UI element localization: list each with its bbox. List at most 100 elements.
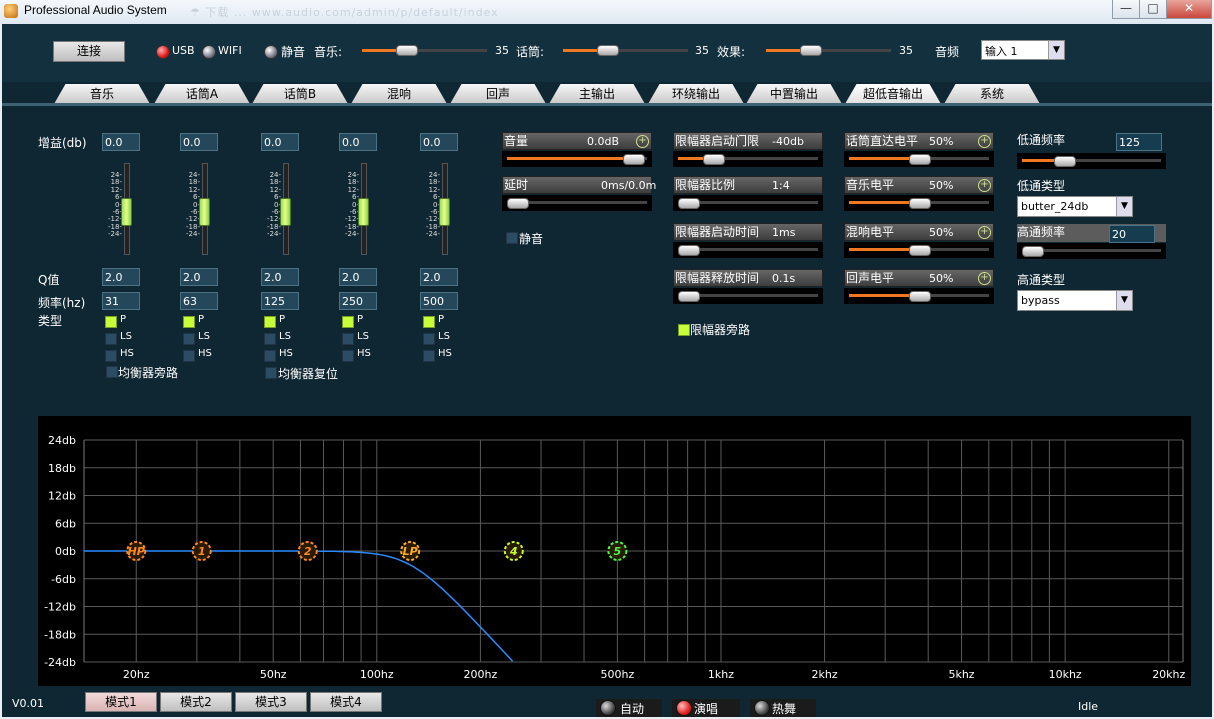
band-3-type-ls-checkbox[interactable] — [264, 333, 276, 345]
band-1-scale: 24- 18- 12- 6- 0- -6- -12- -18- -24- — [104, 171, 122, 239]
mode-4-button[interactable]: 模式4 — [310, 692, 382, 712]
band-3-type-ls-label: LS — [279, 331, 291, 342]
plus-icon[interactable]: + — [978, 272, 991, 285]
band-5-type-hs-checkbox[interactable] — [423, 350, 435, 362]
band-1-type-ls-checkbox[interactable] — [105, 333, 117, 345]
connect-button[interactable]: 连接 — [53, 41, 125, 62]
eq-reset-checkbox[interactable] — [265, 367, 277, 379]
auto-mode-box[interactable]: 自动 — [596, 699, 662, 717]
band-4-q-input[interactable]: 2.0 — [339, 268, 377, 286]
band-2-fader-knob[interactable] — [199, 198, 210, 226]
lowpass-type-select[interactable]: butter_24db ▼ — [1017, 196, 1133, 217]
audio-source-select[interactable]: 输入 1 ▼ — [981, 40, 1065, 60]
tab-1[interactable]: 音乐 — [54, 84, 150, 104]
mic-volume-slider[interactable] — [563, 45, 688, 56]
band-3-q-input[interactable]: 2.0 — [261, 268, 299, 286]
plus-icon[interactable]: + — [978, 135, 991, 148]
band-5-frequency-input[interactable]: 500 — [420, 292, 458, 310]
band-2-frequency-input[interactable]: 63 — [180, 292, 218, 310]
band-5-fader-knob[interactable] — [439, 198, 450, 226]
band-1-q-input[interactable]: 2.0 — [102, 268, 140, 286]
sing-mode-box[interactable]: 演唱 — [672, 699, 740, 717]
highpass-frequency-input[interactable]: 20 — [1109, 225, 1155, 243]
delay-slider[interactable] — [502, 195, 652, 211]
tab-2[interactable]: 话筒A — [154, 84, 250, 104]
tab-4[interactable]: 混响 — [351, 84, 447, 104]
band-2-gain-input[interactable]: 0.0 — [180, 133, 218, 151]
band-5-type-ls-checkbox[interactable] — [423, 333, 435, 345]
band-1-type-p-checkbox[interactable] — [105, 316, 117, 328]
scale-tick: -24- — [426, 230, 440, 239]
band-1-frequency-input[interactable]: 31 — [102, 292, 140, 310]
mute-radio[interactable] — [264, 45, 278, 59]
tab-6[interactable]: 主输出 — [549, 84, 645, 104]
eq-bypass-checkbox[interactable] — [106, 366, 118, 378]
lowpass-frequency-input[interactable]: 125 — [1116, 133, 1162, 151]
tab-10[interactable]: 系统 — [944, 84, 1040, 104]
band-4-type-hs-checkbox[interactable] — [342, 350, 354, 362]
band-1-fader-knob[interactable] — [121, 198, 132, 226]
plus-icon[interactable]: + — [636, 135, 649, 148]
band-3-type-p-label: P — [279, 314, 286, 325]
band-2-type-hs-checkbox[interactable] — [183, 350, 195, 362]
band-2-q-input[interactable]: 2.0 — [180, 268, 218, 286]
limiter-release-row: 限幅器释放时间 0.1s — [673, 269, 823, 287]
usb-radio[interactable] — [156, 45, 170, 59]
band-3-type-p-checkbox[interactable] — [264, 316, 276, 328]
highpass-frequency-slider[interactable] — [1017, 243, 1166, 259]
mute-checkbox[interactable] — [506, 232, 518, 244]
highpass-type-value: bypass — [1021, 294, 1060, 307]
band-4-type-ls-checkbox[interactable] — [342, 333, 354, 345]
limiter-release-slider[interactable] — [673, 288, 823, 304]
band-2-type-p-label: P — [198, 314, 205, 325]
tab-5[interactable]: 回声 — [450, 84, 546, 104]
band-2-type-p-checkbox[interactable] — [183, 316, 195, 328]
eq-response-chart[interactable]: 24db 18db 12db 6db 0db -6db -12db -18db -24db 20h… — [38, 416, 1191, 686]
levels-reverb-slider[interactable] — [844, 242, 994, 258]
mode-2-button[interactable]: 模式2 — [160, 692, 232, 712]
mode-1-button[interactable]: 模式1 — [85, 692, 157, 712]
band-5-type-p-checkbox[interactable] — [423, 316, 435, 328]
band-1-gain-input[interactable]: 0.0 — [102, 133, 140, 151]
band-4-gain-input[interactable]: 0.0 — [339, 133, 377, 151]
version-label: V0.01 — [12, 697, 45, 710]
wifi-radio[interactable] — [202, 45, 216, 59]
band-3-frequency-input[interactable]: 125 — [261, 292, 299, 310]
band-3-fader-knob[interactable] — [280, 198, 291, 226]
dance-mode-box[interactable]: 热舞 — [750, 699, 816, 717]
band-3-gain-input[interactable]: 0.0 — [261, 133, 299, 151]
volume-slider[interactable] — [502, 151, 652, 167]
limiter-bypass-checkbox[interactable] — [678, 324, 690, 336]
auto-mode-label: 自动 — [620, 702, 645, 716]
levels-mic-direct-slider[interactable] — [844, 151, 994, 167]
band-4-type-p-checkbox[interactable] — [342, 316, 354, 328]
levels-echo-slider[interactable] — [844, 288, 994, 304]
band-5-gain-input[interactable]: 0.0 — [420, 133, 458, 151]
plus-icon[interactable]: + — [978, 226, 991, 239]
effect-volume-slider[interactable] — [766, 45, 891, 56]
band-4-frequency-input[interactable]: 250 — [339, 292, 377, 310]
effect-volume-value: 35 — [899, 44, 913, 57]
mode-3-button[interactable]: 模式3 — [235, 692, 307, 712]
limiter-attack-slider[interactable] — [673, 242, 823, 258]
tab-7[interactable]: 环绕输出 — [648, 84, 744, 104]
band-5-q-input[interactable]: 2.0 — [420, 268, 458, 286]
band-4-fader-knob[interactable] — [358, 198, 369, 226]
band-3-type-hs-checkbox[interactable] — [264, 350, 276, 362]
plus-icon[interactable]: + — [978, 179, 991, 192]
limiter-ratio-slider[interactable] — [673, 195, 823, 211]
highpass-type-select[interactable]: bypass ▼ — [1017, 290, 1133, 311]
close-button[interactable]: ✕ — [1166, 0, 1212, 19]
tab-3[interactable]: 话筒B — [252, 84, 348, 104]
limiter-threshold-slider[interactable] — [673, 151, 823, 167]
wifi-label: WIFI — [218, 44, 242, 57]
band-2-type-ls-checkbox[interactable] — [183, 333, 195, 345]
minimize-button[interactable]: — — [1112, 0, 1140, 19]
maximize-button[interactable]: □ — [1139, 0, 1167, 19]
music-volume-slider[interactable] — [362, 45, 487, 56]
tab-9[interactable]: 超低音输出 — [845, 84, 941, 104]
lowpass-frequency-slider[interactable] — [1017, 153, 1166, 169]
tab-8[interactable]: 中置输出 — [746, 84, 842, 104]
levels-music-slider[interactable] — [844, 195, 994, 211]
band-1-type-hs-checkbox[interactable] — [105, 350, 117, 362]
